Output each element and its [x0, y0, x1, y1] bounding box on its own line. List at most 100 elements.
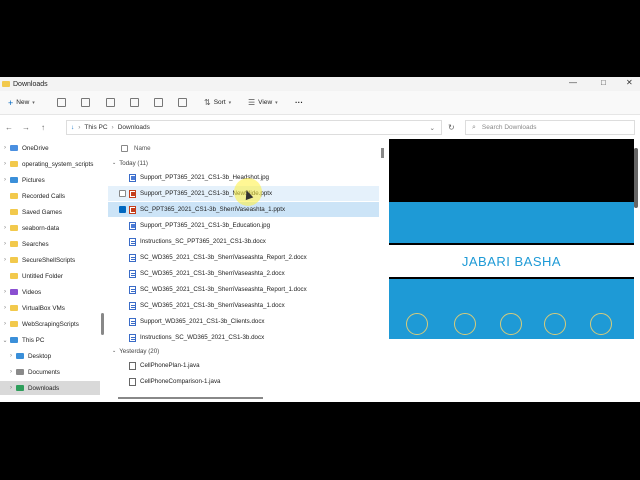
column-name-header[interactable]: Name — [134, 145, 151, 152]
file-name: SC_WD365_2021_CS1-3b_SherriVaseashta_Rep… — [140, 254, 307, 261]
delete-icon[interactable] — [178, 98, 187, 107]
sidebar-item-secure-shell-scripts[interactable]: › SecureShellScripts — [0, 253, 100, 267]
horizontal-scrollbar[interactable] — [118, 397, 263, 399]
word-file-icon — [129, 237, 136, 246]
chevron-right-icon[interactable]: › — [0, 241, 10, 247]
list-item[interactable]: Support_PPT365_2021_CS1-3b_Education.jpg — [108, 218, 379, 233]
view-button[interactable]: ☰ View ▾ — [248, 95, 278, 111]
row-checkbox — [119, 362, 126, 369]
sidebar-item-desktop[interactable]: › Desktop — [0, 349, 100, 363]
list-item[interactable]: SC_WD365_2021_CS1-3b_SherriVaseashta_2.d… — [108, 266, 379, 281]
sidebar-item-label: WebScrapingScripts — [22, 320, 79, 328]
row-checkbox — [119, 334, 126, 341]
sidebar-item-onedrive[interactable]: › OneDrive — [0, 141, 100, 155]
sidebar-item-seaborn-data[interactable]: › seaborn-data — [0, 221, 100, 235]
list-item[interactable]: SC_WD365_2021_CS1-3b_SherriVaseashta_Rep… — [108, 250, 379, 265]
chevron-down-icon: ▾ — [32, 99, 35, 106]
file-name: Instructions_SC_WD365_2021_CS1-3b.docx — [140, 334, 265, 341]
java-file-icon — [129, 361, 136, 370]
image-file-icon — [129, 173, 136, 182]
chevron-right-icon: › — [111, 124, 114, 131]
chevron-right-icon[interactable]: › — [0, 225, 10, 231]
chevron-right-icon[interactable]: › — [0, 321, 10, 327]
sidebar-item-label: This PC — [22, 336, 45, 344]
chevron-right-icon[interactable]: › — [6, 353, 16, 359]
crumb-downloads[interactable]: Downloads — [118, 124, 150, 131]
sidebar-item-videos[interactable]: › Videos — [0, 285, 100, 299]
list-item[interactable]: SC_WD365_2021_CS1-3b_SherriVaseashta_Rep… — [108, 282, 379, 297]
close-icon[interactable]: ✕ — [626, 78, 633, 87]
sidebar-item-saved-games[interactable]: Saved Games — [0, 205, 100, 219]
paste-icon[interactable] — [106, 98, 115, 107]
phone-icon — [590, 313, 612, 335]
sidebar-item-web-scraping-scripts[interactable]: › WebScrapingScripts — [0, 317, 100, 331]
list-item[interactable]: Instructions_SC_WD365_2021_CS1-3b.docx — [108, 330, 379, 345]
sidebar-item-operating-system-scripts[interactable]: › operating_system_scripts — [0, 157, 100, 171]
documents-icon — [16, 369, 24, 375]
chevron-right-icon[interactable]: › — [0, 257, 10, 263]
image-file-icon — [129, 221, 136, 230]
sidebar-item-pictures[interactable]: › Pictures — [0, 173, 100, 187]
more-options-button[interactable]: ··· — [295, 98, 303, 107]
sidebar-item-label: Videos — [22, 288, 42, 296]
view-label: View — [258, 99, 273, 106]
group-header-today[interactable]: ⌄ Today (11) — [112, 157, 148, 169]
videos-icon — [10, 289, 18, 295]
group-header-yesterday[interactable]: ⌄ Yesterday (20) — [112, 345, 159, 357]
rename-icon[interactable] — [130, 98, 139, 107]
preview-scrollbar[interactable] — [634, 148, 638, 208]
sidebar-scrollbar[interactable] — [101, 313, 104, 335]
list-item[interactable]: SC_WD365_2021_CS1-3b_SherriVaseashta_1.d… — [108, 298, 379, 313]
row-checkbox — [119, 378, 126, 385]
navigation-pane: › OneDrive › operating_system_scripts › Pic… — [0, 139, 100, 402]
list-item[interactable]: Instructions_SC_PPT365_2021_CS1-3b.docx — [108, 234, 379, 249]
sidebar-item-untitled-folder[interactable]: Untitled Folder — [0, 269, 100, 283]
breadcrumb[interactable]: ↓ › This PC › Downloads ⌄ — [66, 120, 442, 135]
new-button[interactable]: + New ▾ — [8, 95, 35, 111]
sidebar-item-documents[interactable]: › Documents — [0, 365, 100, 379]
row-checkbox[interactable] — [119, 206, 126, 213]
chevron-right-icon[interactable]: › — [0, 289, 10, 295]
list-item[interactable]: CellPhoneComparison-1.java — [108, 374, 379, 389]
chevron-down-icon[interactable]: ⌄ — [0, 337, 10, 344]
sidebar-item-this-pc[interactable]: ⌄ This PC — [0, 333, 100, 347]
powerpoint-file-icon — [129, 189, 136, 198]
chevron-right-icon[interactable]: › — [6, 369, 16, 375]
crumb-this-pc[interactable]: This PC — [84, 124, 107, 131]
chevron-right-icon[interactable]: › — [0, 177, 10, 183]
list-item[interactable]: CellPhonePlan-1.java — [108, 358, 379, 373]
preview-pane: JABARI BASHA — [389, 139, 634, 339]
chevron-right-icon[interactable]: › — [6, 385, 16, 391]
file-list-scrollbar[interactable] — [381, 148, 384, 158]
list-item[interactable]: Support_WD365_2021_CS1-3b_Clients.docx — [108, 314, 379, 329]
back-icon[interactable]: ← — [2, 123, 16, 132]
copy-icon[interactable] — [81, 98, 90, 107]
chevron-right-icon[interactable]: › — [0, 145, 10, 151]
word-file-icon — [129, 301, 136, 310]
row-checkbox — [119, 174, 126, 181]
row-checkbox[interactable] — [119, 190, 126, 197]
sidebar-item-label: Pictures — [22, 176, 45, 184]
sidebar-item-downloads[interactable]: › Downloads — [0, 381, 100, 395]
group-label: Today (11) — [119, 159, 148, 167]
search-input[interactable]: ⌕ Search Downloads — [465, 120, 635, 135]
refresh-icon[interactable]: ↻ — [448, 123, 455, 132]
select-all-checkbox[interactable] — [121, 144, 128, 152]
sidebar-item-label: OneDrive — [22, 144, 49, 152]
maximize-icon[interactable]: □ — [601, 78, 606, 87]
share-icon[interactable] — [154, 98, 163, 107]
up-icon[interactable]: ↑ — [36, 123, 50, 132]
chevron-down-icon[interactable]: ⌄ — [430, 124, 435, 132]
chevron-right-icon[interactable]: › — [0, 305, 10, 311]
cut-icon[interactable] — [57, 98, 66, 107]
chevron-right-icon[interactable]: › — [0, 161, 10, 167]
sidebar-item-searches[interactable]: › Searches — [0, 237, 100, 251]
desktop-icon — [16, 353, 24, 359]
minimize-icon[interactable]: — — [569, 78, 577, 87]
word-file-icon — [129, 317, 136, 326]
sidebar-item-recorded-calls[interactable]: Recorded Calls — [0, 189, 100, 203]
sidebar-item-virtualbox-vms[interactable]: › VirtualBox VMs — [0, 301, 100, 315]
powerpoint-file-icon — [129, 205, 136, 214]
sort-button[interactable]: ⇅ Sort ▾ — [204, 95, 231, 111]
forward-icon[interactable]: → — [19, 123, 33, 132]
